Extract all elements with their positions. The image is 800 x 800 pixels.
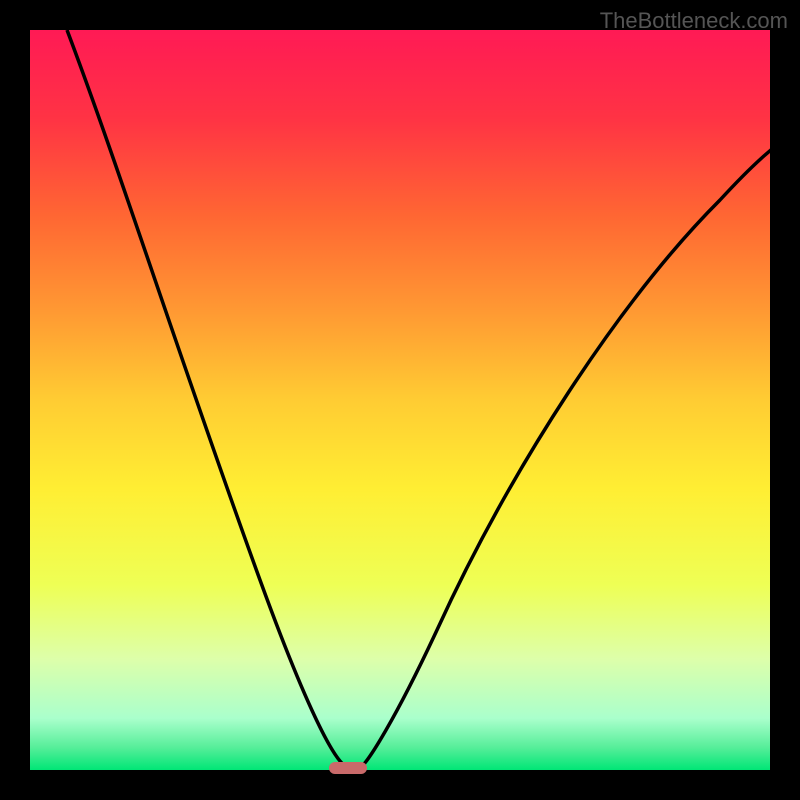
watermark-text: TheBottleneck.com xyxy=(600,8,788,34)
chart-container: TheBottleneck.com xyxy=(0,0,800,800)
bottleneck-chart xyxy=(0,0,800,800)
optimal-marker xyxy=(329,762,367,774)
plot-area xyxy=(30,30,770,770)
